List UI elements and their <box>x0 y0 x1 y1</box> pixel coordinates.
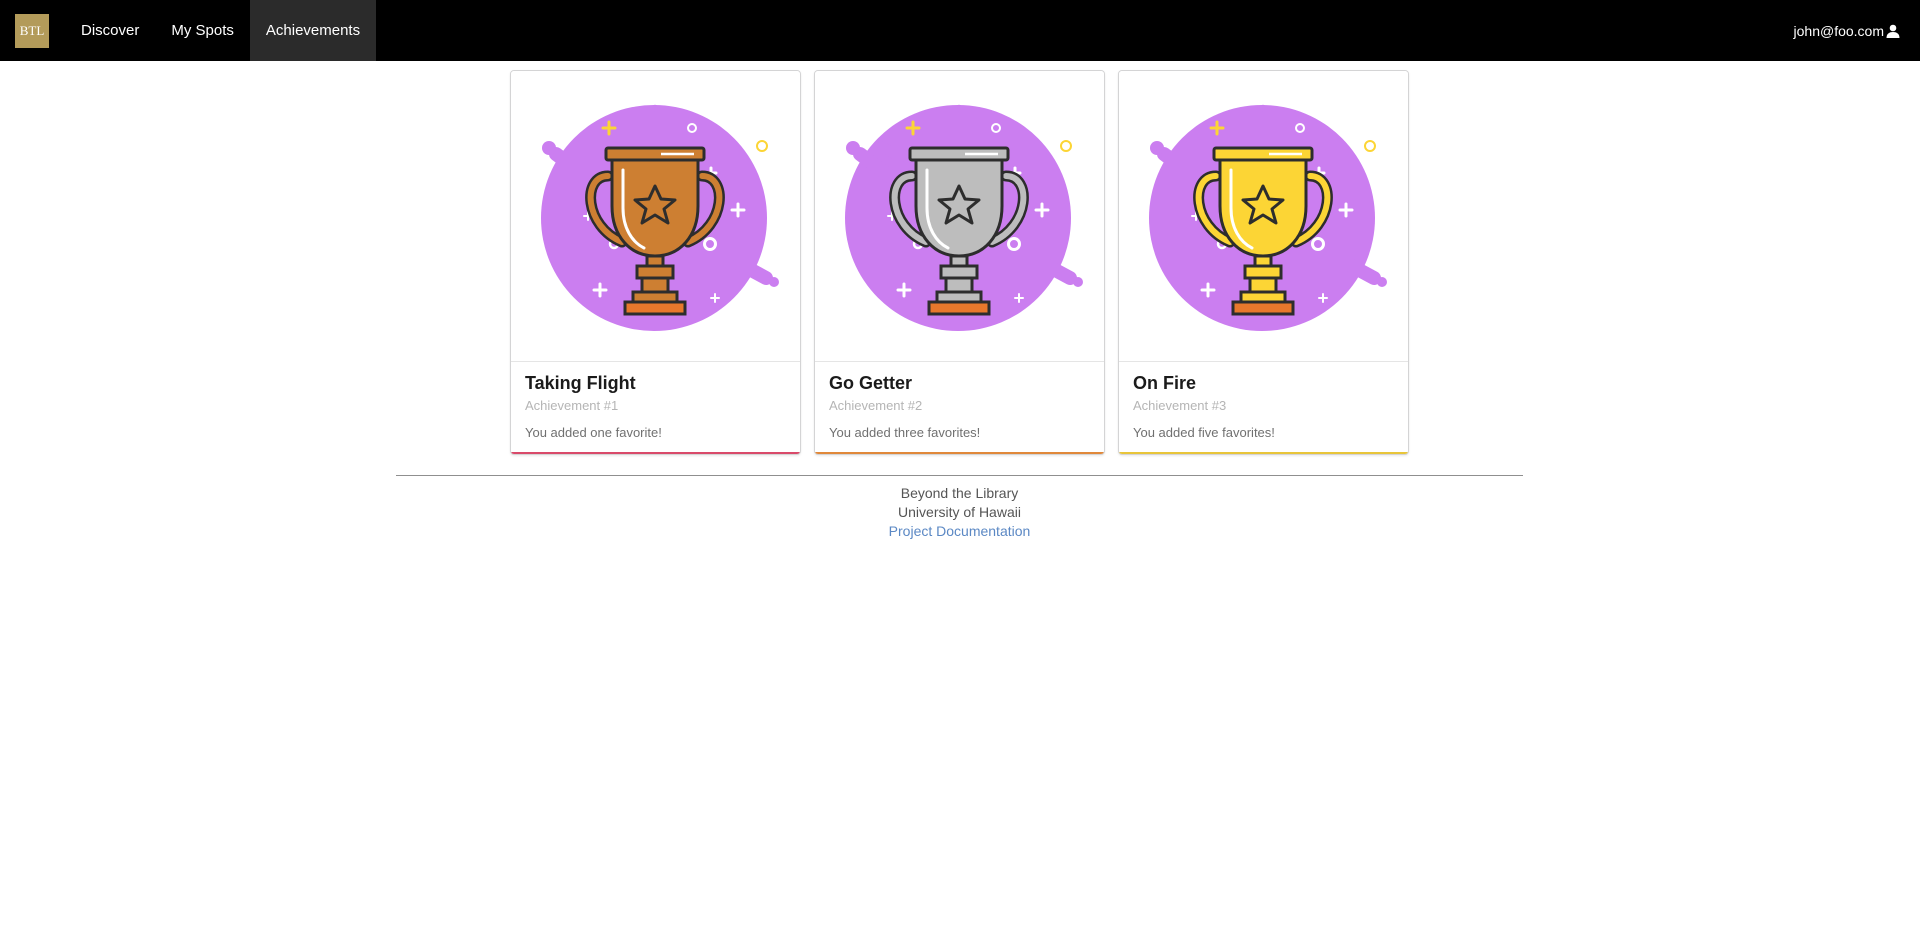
achievement-card[interactable]: Taking Flight Achievement #1 You added o… <box>510 70 801 455</box>
nav-discover[interactable]: Discover <box>65 0 155 61</box>
achievement-number: Achievement #2 <box>829 398 923 413</box>
footer-university: University of Hawaii <box>898 504 1021 520</box>
brand-logo[interactable]: BTL <box>15 14 49 48</box>
card-accent-bar <box>1119 452 1408 454</box>
card-accent-bar <box>815 452 1104 454</box>
achievement-title: Taking Flight <box>525 373 636 393</box>
achievement-card[interactable]: On Fire Achievement #3 You added five fa… <box>1118 70 1409 455</box>
achievement-number: Achievement #1 <box>525 398 619 413</box>
user-email: john@foo.com <box>1793 22 1884 39</box>
card-accent-bar <box>511 452 800 454</box>
footer-divider <box>396 475 1523 476</box>
trophy-image <box>1119 71 1408 362</box>
user-icon <box>1886 24 1900 38</box>
achievement-title: Go Getter <box>829 373 913 393</box>
top-navbar: BTL Discover My Spots Achievements john@… <box>0 0 1920 61</box>
footer-site-name: Beyond the Library <box>900 485 1019 501</box>
trophy-image <box>511 71 800 362</box>
achievement-card[interactable]: Go Getter Achievement #2 You added three… <box>814 70 1105 455</box>
footer: Beyond the Library University of Hawaii … <box>396 484 1523 541</box>
nav-my-spots[interactable]: My Spots <box>155 0 250 61</box>
achievement-description: You added five favorites! <box>1133 425 1275 440</box>
trophy-image <box>815 71 1104 362</box>
nav-achievements[interactable]: Achievements <box>249 0 377 61</box>
user-menu[interactable]: john@foo.com <box>1794 0 1920 61</box>
achievement-number: Achievement #3 <box>1133 398 1227 413</box>
achievement-description: You added three favorites! <box>829 425 981 440</box>
project-documentation-link[interactable]: Project Documentation <box>889 523 1031 539</box>
achievement-description: You added one favorite! <box>525 425 662 440</box>
achievement-title: On Fire <box>1133 373 1197 393</box>
achievement-cards: Taking Flight Achievement #1 You added o… <box>510 70 1409 455</box>
